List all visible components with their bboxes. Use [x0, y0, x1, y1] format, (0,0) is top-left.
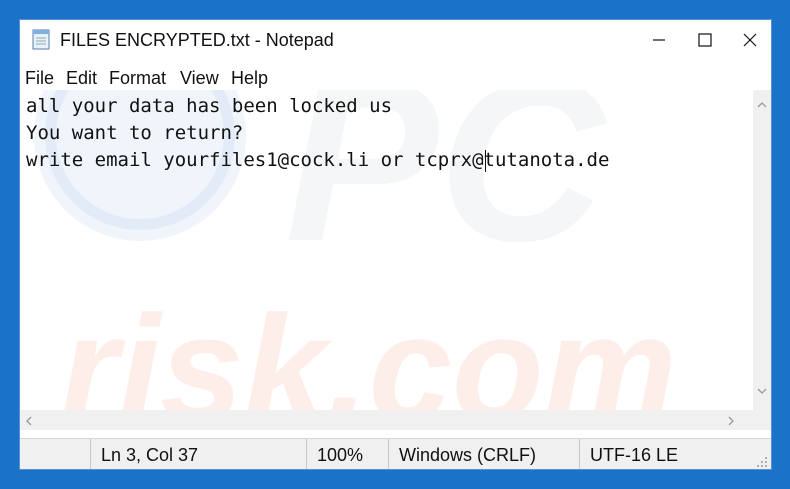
maximize-button[interactable] — [682, 20, 728, 60]
title-bar[interactable]: FILES ENCRYPTED.txt - Notepad — [20, 20, 771, 60]
scroll-up-icon[interactable] — [756, 100, 768, 110]
notepad-icon — [30, 28, 52, 50]
status-encoding: UTF-16 LE — [579, 439, 752, 469]
menu-help[interactable]: Help — [231, 65, 268, 91]
horizontal-scrollbar[interactable] — [20, 410, 753, 430]
text-line-3: write email yourfiles1@cock.li or tcprx@… — [26, 149, 610, 171]
notepad-window: FILES ENCRYPTED.txt - Notepad File Edit … — [19, 19, 772, 470]
scroll-down-icon[interactable] — [756, 386, 768, 396]
watermark-text: risk.com — [60, 284, 677, 420]
menu-format[interactable]: Format — [109, 65, 166, 91]
text-editor[interactable]: PC risk.com all your data has been locke… — [20, 90, 753, 420]
menu-edit[interactable]: Edit — [66, 65, 97, 91]
scroll-left-icon[interactable] — [24, 415, 34, 427]
vertical-scrollbar[interactable] — [753, 90, 771, 420]
scrollbar-corner — [753, 410, 771, 430]
minimize-icon — [653, 39, 665, 41]
maximize-icon — [698, 33, 712, 47]
minimize-button[interactable] — [636, 20, 682, 60]
menu-bar: File Edit Format View Help — [20, 65, 771, 91]
menu-file[interactable]: File — [25, 65, 54, 91]
scroll-right-icon[interactable] — [726, 415, 736, 427]
status-position: Ln 3, Col 37 — [90, 439, 306, 469]
text-caret — [485, 150, 486, 172]
status-line-ending: Windows (CRLF) — [388, 439, 579, 469]
status-bar: Ln 3, Col 37 100% Windows (CRLF) UTF-16 … — [20, 438, 771, 469]
resize-grip-icon[interactable] — [756, 456, 768, 468]
text-line-1: all your data has been locked us — [26, 95, 393, 117]
close-icon — [743, 33, 757, 47]
status-zoom: 100% — [306, 439, 388, 469]
close-button[interactable] — [727, 20, 771, 60]
window-title: FILES ENCRYPTED.txt - Notepad — [60, 30, 334, 50]
text-line-2: You want to return? — [26, 122, 244, 144]
menu-view[interactable]: View — [180, 65, 219, 91]
